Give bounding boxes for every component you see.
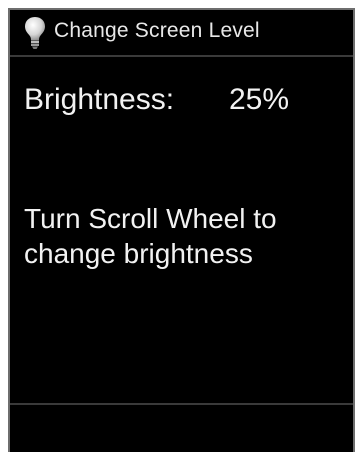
footer-area (10, 405, 353, 452)
window-title: Change Screen Level (54, 19, 260, 42)
title-bar: Change Screen Level (10, 10, 353, 57)
instruction-text: Turn Scroll Wheel to change brightness (24, 203, 277, 269)
light-bulb-icon (24, 16, 46, 50)
device-screen: Change Screen Level Brightness: 25% Turn… (8, 8, 355, 452)
brightness-label: Brightness: (24, 83, 175, 116)
brightness-value: 25% (229, 83, 290, 116)
